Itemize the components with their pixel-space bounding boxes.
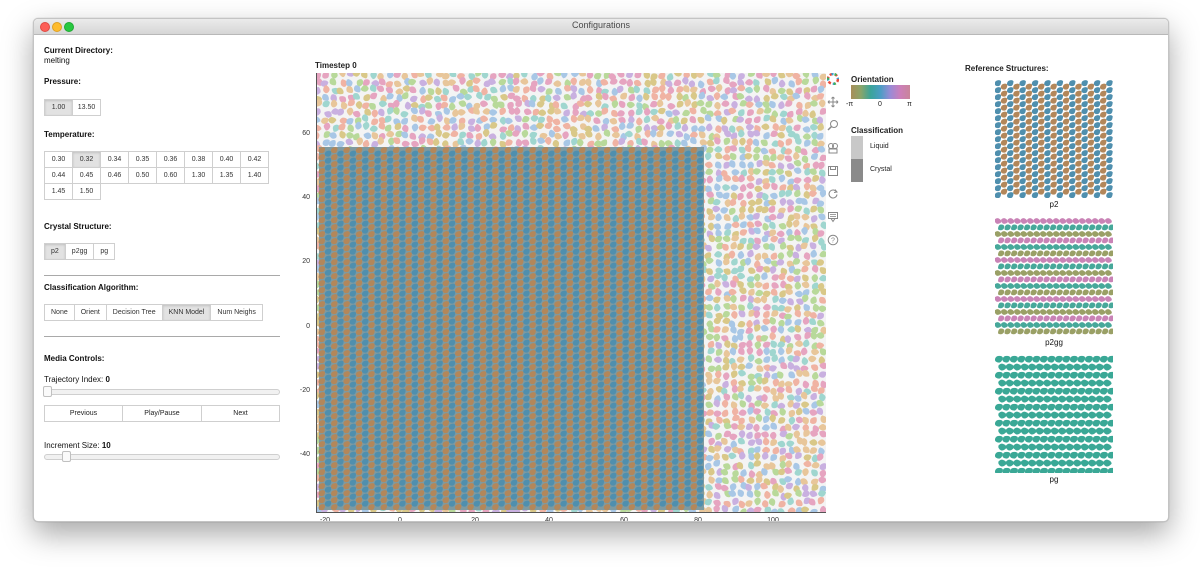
x-tick-label: 60	[620, 517, 628, 522]
x-tick-label: 80	[694, 517, 702, 522]
divider	[44, 275, 280, 276]
x-tick-label: 20	[471, 517, 479, 522]
y-tick-label: 40	[302, 194, 310, 201]
play-pause-button[interactable]: Play/Pause	[122, 405, 202, 422]
media-buttons: Previous Play/Pause Next	[44, 405, 280, 422]
temperature-selector: 0.30 0.32 0.34 0.35 0.36 0.38 0.40 0.42 0.44 0.45…	[44, 151, 276, 200]
temperature-option[interactable]: 0.35	[128, 151, 157, 168]
algorithm-option[interactable]: Decision Tree	[105, 304, 163, 321]
directory-label: Current Directory:	[44, 46, 113, 55]
trajectory-index-value: 0	[105, 375, 110, 384]
crystal-particles	[318, 147, 704, 511]
temperature-option[interactable]: 0.44	[44, 167, 73, 184]
temperature-option[interactable]: 0.40	[212, 151, 241, 168]
y-tick-label: -40	[299, 451, 310, 458]
increment-slider-handle[interactable]	[62, 451, 71, 462]
x-tick-label: -20	[319, 517, 331, 522]
classification-algorithm-selector: None Orient Decision Tree KNN Model Num Neig…	[44, 304, 263, 321]
plot-title: Timestep 0	[315, 61, 357, 70]
trajectory-slider-handle[interactable]	[43, 386, 52, 397]
trajectory-index-readout: Trajectory Index: 0	[44, 375, 110, 384]
temperature-option[interactable]: 0.38	[184, 151, 213, 168]
temperature-option[interactable]: 1.35	[212, 167, 241, 184]
increment-size-label: Increment Size:	[44, 441, 100, 450]
crystal-structure-option[interactable]: p2	[44, 243, 66, 260]
directory-value: melting	[44, 56, 70, 65]
app-window: Configurations Current Directory: meltin…	[33, 18, 1169, 522]
temperature-option[interactable]: 1.50	[72, 183, 101, 200]
algorithm-option[interactable]: KNN Model	[161, 304, 212, 321]
configuration-plot[interactable]	[316, 73, 826, 513]
divider	[44, 336, 280, 337]
x-tick-label: 40	[545, 517, 553, 522]
increment-slider[interactable]	[44, 451, 280, 462]
temperature-label: Temperature:	[44, 130, 95, 139]
next-button[interactable]: Next	[201, 405, 280, 422]
y-tick-label: 20	[302, 258, 310, 265]
temperature-option[interactable]: 1.40	[240, 167, 269, 184]
media-controls-title: Media Controls:	[44, 354, 105, 363]
trajectory-slider[interactable]	[43, 386, 280, 397]
temperature-option[interactable]: 0.60	[156, 167, 185, 184]
pressure-option[interactable]: 1.00	[44, 99, 73, 116]
structure-label: Crystal Structure:	[44, 222, 112, 231]
pressure-label: Pressure:	[44, 77, 81, 86]
crystal-structure-selector: p2 p2gg pg	[44, 243, 116, 260]
temperature-option[interactable]: 0.50	[128, 167, 157, 184]
crystal-structure-option[interactable]: pg	[93, 243, 116, 260]
temperature-option[interactable]: 0.46	[100, 167, 129, 184]
x-tick-label: 0	[398, 517, 402, 522]
temperature-option[interactable]: 0.34	[100, 151, 129, 168]
previous-button[interactable]: Previous	[44, 405, 123, 422]
trajectory-index-label: Trajectory Index:	[44, 375, 104, 384]
temperature-option[interactable]: 1.45	[44, 183, 73, 200]
temperature-option[interactable]: 0.32	[72, 151, 101, 168]
crystal-structure-option[interactable]: p2gg	[64, 243, 95, 260]
temperature-option[interactable]: 0.45	[72, 167, 101, 184]
temperature-option[interactable]: 0.42	[240, 151, 269, 168]
increment-size-readout: Increment Size: 10	[44, 441, 111, 450]
algorithm-label: Classification Algorithm:	[44, 283, 139, 292]
y-tick-label: -20	[299, 387, 310, 394]
pressure-option[interactable]: 13.50	[72, 99, 101, 116]
x-tick-label: 100	[767, 517, 779, 522]
temperature-option[interactable]: 0.36	[156, 151, 185, 168]
increment-size-value: 10	[101, 441, 111, 450]
y-tick-label: 0	[306, 323, 310, 330]
temperature-option[interactable]: 0.30	[44, 151, 73, 168]
algorithm-option[interactable]: Orient	[73, 304, 107, 321]
temperature-option[interactable]: 1.30	[184, 167, 213, 184]
y-tick-label: 60	[302, 130, 310, 137]
window-title: Configurations	[571, 20, 631, 30]
algorithm-option[interactable]: Num Neighs	[210, 304, 263, 321]
algorithm-option[interactable]: None	[44, 304, 75, 321]
pressure-selector: 1.00 13.50	[44, 99, 101, 116]
title-bar: Configurations	[34, 19, 1168, 35]
